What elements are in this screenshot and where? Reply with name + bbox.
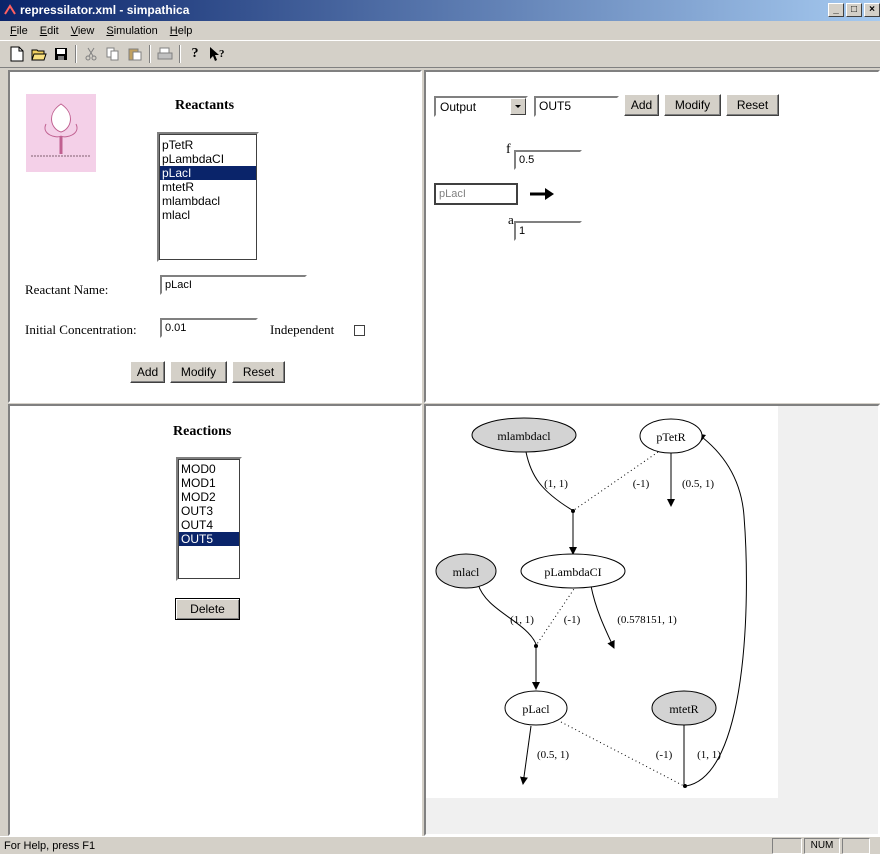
svg-text:?: ? [219,48,225,60]
paste-icon[interactable] [124,43,146,65]
edge-label: (-1) [656,749,673,761]
edge-label: (-1) [633,478,650,490]
reaction-list-item[interactable]: OUT4 [178,518,240,532]
reactant-name-field[interactable]: pLacI [160,275,307,295]
edge-label: (-1) [564,614,581,626]
svg-text:pLacl: pLacl [522,702,550,716]
reactant-list-item[interactable]: mtetR [159,180,257,194]
edge-label: (0.5, 1) [682,478,714,490]
independent-label: Independent [270,322,335,337]
print-icon[interactable] [154,43,176,65]
copy-icon[interactable] [102,43,124,65]
svg-text:mlambdacl: mlambdacl [497,429,551,443]
reactant-name-label: Reactant Name: [25,282,109,297]
reaction-type-select[interactable]: Output [434,96,528,117]
status-bar: For Help, press F1 NUM [0,836,880,854]
reaction-list-item[interactable]: MOD2 [178,490,240,504]
status-cell-caps [772,838,802,854]
svg-text:pLambdaCI: pLambdaCI [544,565,601,579]
menu-help[interactable]: Help [164,25,199,37]
reaction-modify-button[interactable]: Modify [664,94,721,116]
reaction-name-field[interactable]: OUT5 [534,96,619,117]
reaction-list-item[interactable]: OUT3 [178,504,240,518]
reactant-input-field[interactable]: pLacI [434,183,518,205]
reactant-reset-button[interactable]: Reset [232,361,285,383]
node-placl[interactable]: pLacl [504,690,568,726]
chevron-down-icon[interactable] [510,98,526,115]
a-parameter-label: a [508,212,514,227]
cut-icon[interactable] [80,43,102,65]
edge-label: (0.578151, 1) [617,614,677,626]
initial-concentration-field[interactable]: 0.01 [160,318,258,338]
reactant-list-item[interactable]: pLacI [159,166,257,180]
status-text: For Help, press F1 [4,840,96,852]
close-button[interactable]: × [864,3,880,17]
reaction-editor-pane: Output OUT5 Add Modify Reset f 0.5 pLacI… [424,70,880,403]
maximize-button[interactable]: □ [846,3,862,17]
edge-label: (0.5, 1) [537,749,569,761]
about-icon[interactable]: ? [184,43,206,65]
initial-concentration-label: Initial Concentration: [25,322,137,337]
arrow-right-icon [530,188,554,200]
reaction-list-item[interactable]: MOD0 [178,462,240,476]
menu-edit[interactable]: Edit [34,25,65,37]
status-cell-num: NUM [804,838,840,854]
reactants-heading: Reactants [175,98,235,113]
reactants-pane: Reactants pTetR pLambdaCI pLacI mtetR mlambd… [8,70,422,403]
reactions-pane: Reactions MOD0 MOD1 MOD2 OUT3 OUT4 OUT5 Delet… [8,404,422,836]
edge-label: (1, 1) [697,749,721,761]
new-file-icon[interactable] [6,43,28,65]
svg-text:pTetR: pTetR [656,430,685,444]
reaction-reset-button[interactable]: Reset [726,94,779,116]
f-parameter-label: f [506,142,511,157]
f-parameter-field[interactable]: 0.5 [514,150,582,170]
status-cell-scrl [842,838,870,854]
reactant-listbox[interactable]: pTetR pLambdaCI pLacI mtetR mlambdacl mlacl [157,132,259,262]
edge-placl-degrade [519,725,532,785]
node-mtetr[interactable]: mtetR [651,690,717,726]
edge-label: (1, 1) [544,478,568,490]
menu-simulation[interactable]: Simulation [100,25,163,37]
app-icon [4,4,16,15]
node-ptetr[interactable]: pTetR [639,418,703,454]
reactant-add-button[interactable]: Add [130,361,165,383]
svg-text:mlacl: mlacl [453,565,480,579]
reactant-modify-button[interactable]: Modify [170,361,227,383]
menu-file[interactable]: File [4,25,34,37]
reactant-list-item[interactable]: pLambdaCI [159,152,257,166]
window-title: repressilator.xml - simpathica [20,3,190,17]
save-icon[interactable] [50,43,72,65]
reactions-heading: Reactions [173,424,232,439]
reactant-list-item[interactable]: pTetR [159,138,257,152]
delete-reaction-button[interactable]: Delete [175,598,240,620]
independent-checkbox[interactable] [354,325,365,336]
reaction-type-value: Output [440,100,477,114]
reaction-list-item[interactable]: MOD1 [178,476,240,490]
edge-label: (1, 1) [510,614,534,626]
reactant-list-item[interactable]: mlacl [159,208,257,222]
toolbar: ? ? [0,40,880,68]
title-bar: repressilator.xml - simpathica _ □ × [0,0,880,21]
network-graph-pane: mlambdacl pTetR mlacl pLambdaCI pLacl mt… [424,404,880,836]
node-mlacl[interactable]: mlacl [435,553,497,589]
menu-bar: File Edit View Simulation Help [0,21,880,40]
reaction-list-item[interactable]: OUT5 [178,532,240,546]
svg-text:mtetR: mtetR [669,702,698,716]
reactions-listbox[interactable]: MOD0 MOD1 MOD2 OUT3 OUT4 OUT5 [176,457,242,581]
reaction-add-button[interactable]: Add [624,94,659,116]
app-logo [26,94,96,172]
open-folder-icon[interactable] [28,43,50,65]
reactant-list-item[interactable]: mlambdacl [159,194,257,208]
node-mlambdacl[interactable]: mlambdacl [471,417,577,453]
reaction-network-graph: mlambdacl pTetR mlacl pLambdaCI pLacl mt… [426,406,778,798]
a-parameter-field[interactable]: 1 [514,221,582,241]
menu-view[interactable]: View [65,25,101,37]
node-plambdaci[interactable]: pLambdaCI [520,553,626,589]
minimize-button[interactable]: _ [828,3,844,17]
context-help-icon[interactable]: ? [206,43,228,65]
edge-plambdaci-degrade [590,585,615,649]
